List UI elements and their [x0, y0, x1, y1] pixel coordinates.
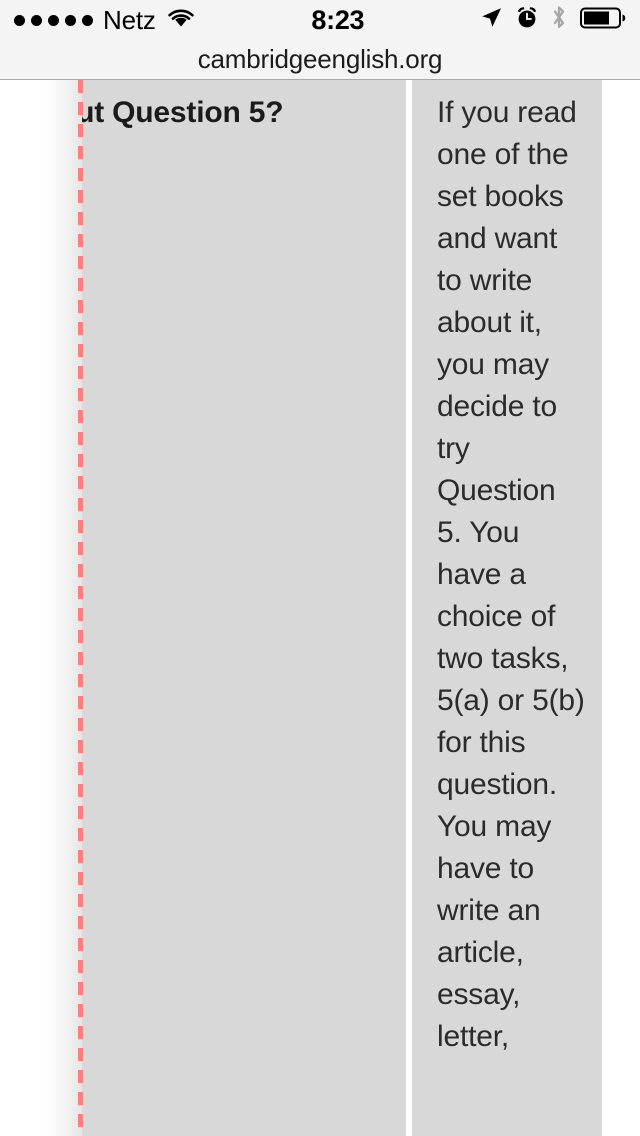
status-bar-left: Netz — [14, 5, 196, 36]
browser-chrome: Netz 8:23 cambridgeenglish.org — [0, 0, 640, 80]
left-content-column: out Question 5? — [58, 80, 406, 1136]
location-arrow-icon — [480, 6, 503, 34]
status-bar: Netz 8:23 — [0, 0, 640, 40]
wifi-icon — [166, 7, 196, 34]
body-paragraph: If you read one of the set books and wan… — [437, 96, 585, 1053]
bluetooth-icon — [551, 5, 567, 35]
battery-icon — [580, 7, 626, 34]
page-content: out Question 5? If you read one of the s… — [0, 80, 640, 1136]
alarm-clock-icon — [516, 6, 538, 34]
url-text: cambridgeenglish.org — [197, 44, 443, 74]
status-bar-right — [480, 5, 626, 35]
dashed-guide-line — [78, 80, 83, 1136]
clock-label: 8:23 — [311, 4, 365, 35]
left-edge-fade — [0, 80, 82, 1136]
carrier-label: Netz — [103, 4, 156, 35]
right-content-column: If you read one of the set books and wan… — [412, 80, 602, 1136]
signal-strength-icon — [14, 14, 93, 26]
address-bar[interactable]: cambridgeenglish.org — [0, 40, 640, 79]
